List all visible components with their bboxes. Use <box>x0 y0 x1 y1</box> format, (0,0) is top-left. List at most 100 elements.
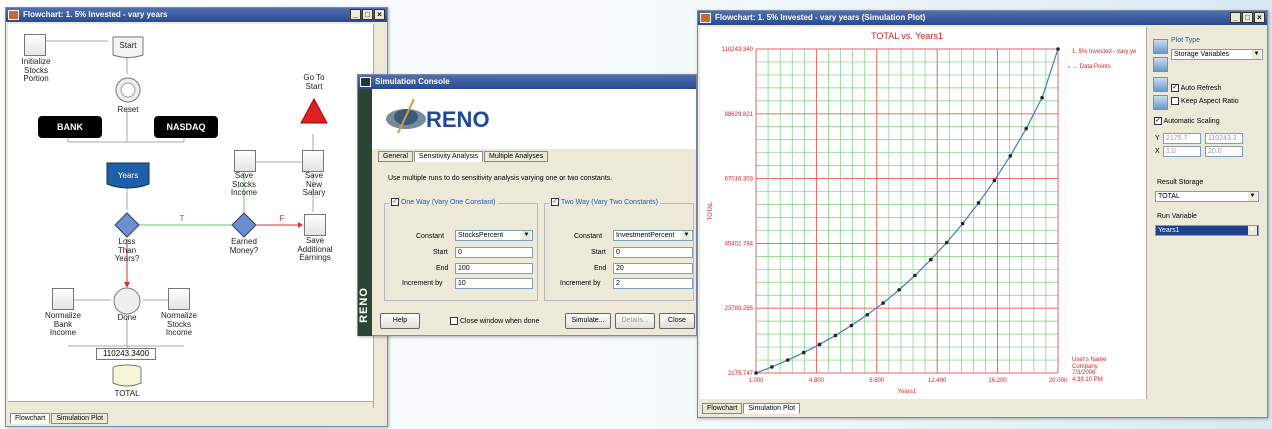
console-side-banner: RENO <box>358 89 372 336</box>
bank-node[interactable]: BANK <box>38 116 102 138</box>
two-way-constant-select[interactable]: InvestmentPercent <box>613 230 693 241</box>
y-min-field[interactable]: 2175.7 <box>1163 133 1201 144</box>
y-tick-label: 2175.747 <box>728 371 754 377</box>
plot-titlebar[interactable]: Flowchart: 1. 5% Invested - vary years (… <box>698 11 1267 25</box>
table-tool-icon[interactable] <box>1153 57 1168 72</box>
reset-label: Reset <box>117 105 139 114</box>
run-variable-select[interactable]: Years1 <box>1155 225 1259 236</box>
plot-sidebar: Plot Type Storage Variables ✓ Auto Refre… <box>1151 27 1267 399</box>
x-max-field[interactable]: 20.0 <box>1205 146 1243 157</box>
one-way-end-field[interactable]: 100 <box>455 263 533 274</box>
plot-canvas[interactable]: TOTAL vs. Years1 1.000 4.800 8.600 12.400 16.… <box>700 27 1146 399</box>
tab-simulation-plot[interactable]: Simulation Plot <box>51 413 109 424</box>
data-point <box>897 288 901 292</box>
x-tick-label: 1.000 <box>748 378 764 384</box>
one-way-checkbox[interactable]: ✓ <box>391 198 399 206</box>
auto-refresh-option[interactable]: ✓ Auto Refresh <box>1171 84 1221 92</box>
auto-scaling-option[interactable]: ✓ Automatic Scaling <box>1154 117 1220 125</box>
plot-minimize-button[interactable]: _ <box>1230 12 1241 23</box>
chart-title: TOTAL vs. Years1 <box>871 31 943 41</box>
y-range-label: Y <box>1155 135 1160 142</box>
flowchart-canvas[interactable]: Initialize Stocks Portion Start Reset Go… <box>8 24 377 408</box>
earned-money-node[interactable] <box>231 212 257 238</box>
y-tick-label: 110243.340 <box>722 47 754 53</box>
total-storage-node[interactable] <box>111 364 143 388</box>
legend-points: → Data Points <box>1072 64 1111 70</box>
minimize-button[interactable]: _ <box>350 9 361 20</box>
keep-aspect-checkbox[interactable] <box>1171 97 1179 105</box>
two-way-increment-field[interactable]: 2 <box>613 278 693 289</box>
save-additional-earnings-node[interactable] <box>304 214 326 236</box>
save-stocks-income-node[interactable] <box>234 150 256 172</box>
one-way-increment-label: Increment by <box>402 280 443 287</box>
two-way-checkbox[interactable]: ✓ <box>551 198 559 206</box>
nasdaq-node[interactable]: NASDAQ <box>154 116 218 138</box>
console-header: RENO <box>372 89 696 149</box>
save-new-salary-node[interactable] <box>302 150 324 172</box>
plot-tab-simulation-plot[interactable]: Simulation Plot <box>743 403 801 414</box>
close-button[interactable]: × <box>374 9 385 20</box>
console-app-icon <box>360 77 371 87</box>
plot-tab-flowchart[interactable]: Flowchart <box>702 403 743 414</box>
tab-general[interactable]: General <box>378 151 413 162</box>
done-label: Done <box>117 313 137 322</box>
details-button[interactable]: Details... <box>615 313 655 329</box>
keep-aspect-option[interactable]: Keep Aspect Ratio <box>1171 97 1239 105</box>
data-point <box>960 221 965 226</box>
result-storage-select[interactable]: TOTAL <box>1155 191 1259 202</box>
x-min-field[interactable]: 1.0 <box>1163 146 1201 157</box>
loss-than-years-node[interactable] <box>114 212 140 238</box>
two-way-constant-label: Constant <box>574 233 603 240</box>
one-way-start-field[interactable]: 0 <box>455 247 533 258</box>
data-point <box>865 312 870 317</box>
close-console-button[interactable]: Close <box>659 313 695 329</box>
auto-scaling-checkbox[interactable]: ✓ <box>1154 117 1162 125</box>
flowchart-titlebar[interactable]: Flowchart: 1. 5% Invested - vary years _… <box>6 8 387 22</box>
aspect-tool-icon[interactable] <box>1153 95 1168 110</box>
normalize-stocks-node[interactable] <box>168 288 190 310</box>
x-tick-label: 8.600 <box>869 378 885 384</box>
one-way-start-label: Start <box>433 249 448 256</box>
plot-type-tool-icon[interactable] <box>1153 39 1168 54</box>
total-label: TOTAL <box>114 389 140 398</box>
tab-sensitivity-analysis[interactable]: Sensitivity Analysis <box>413 151 484 162</box>
tab-flowchart[interactable]: Flowchart <box>10 413 51 424</box>
app-icon <box>8 10 19 20</box>
plot-maximize-button[interactable]: □ <box>1242 12 1253 23</box>
x-tick-label: 16.200 <box>988 378 1007 384</box>
simulate-button[interactable]: Simulate... <box>565 313 611 329</box>
y-tick-label: 67016.303 <box>725 177 754 183</box>
goto-start-node[interactable] <box>300 98 328 124</box>
initialize-stocks-node[interactable] <box>24 34 46 56</box>
keep-aspect-label: Keep Aspect Ratio <box>1180 97 1239 105</box>
tab-multiple-analyses[interactable]: Multiple Analyses <box>484 151 549 162</box>
data-point <box>929 257 933 262</box>
plot-type-select[interactable]: Storage Variables <box>1171 49 1263 60</box>
plot-footer: User's Name Company 7/3/2006 4:38:10 PM <box>1072 357 1107 383</box>
data-point <box>1040 95 1044 100</box>
plot-app-icon <box>700 13 711 23</box>
reset-node[interactable] <box>114 76 142 104</box>
data-point <box>881 301 885 305</box>
one-way-increment-field[interactable]: 10 <box>455 278 533 289</box>
simulation-console-window: Simulation Console RENO RENO General Sen… <box>357 74 697 336</box>
y-max-field[interactable]: 110243.3 <box>1205 133 1243 144</box>
plot-vertical-scrollbar[interactable] <box>1146 27 1150 399</box>
data-point <box>801 350 806 355</box>
flowchart-tabs: Flowchart Simulation Plot <box>10 413 109 424</box>
close-when-done-option[interactable]: Close window when done <box>450 317 539 325</box>
close-when-done-checkbox[interactable] <box>450 317 458 325</box>
refresh-tool-icon[interactable] <box>1153 77 1168 92</box>
normalize-bank-node[interactable] <box>52 288 74 310</box>
plot-close-button[interactable]: × <box>1254 12 1265 23</box>
flowchart-horizontal-scrollbar[interactable] <box>8 401 373 411</box>
data-point <box>1024 126 1029 131</box>
help-button[interactable]: Help <box>380 313 420 329</box>
console-titlebar[interactable]: Simulation Console <box>358 75 696 89</box>
maximize-button[interactable]: □ <box>362 9 373 20</box>
sensitivity-description: Use multiple runs to do sensitivity anal… <box>388 175 613 182</box>
two-way-end-field[interactable]: 20 <box>613 263 693 274</box>
auto-refresh-checkbox[interactable]: ✓ <box>1171 84 1179 92</box>
two-way-start-field[interactable]: 0 <box>613 247 693 258</box>
one-way-constant-select[interactable]: StocksPercent <box>455 230 533 241</box>
